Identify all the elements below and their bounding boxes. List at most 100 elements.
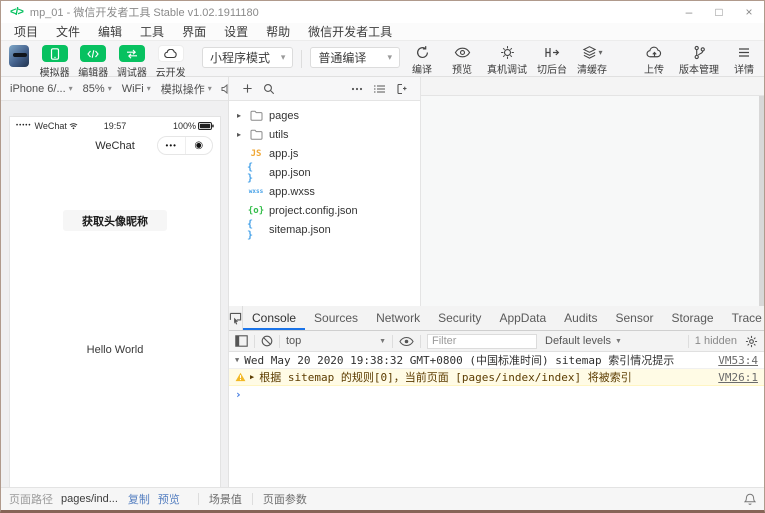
tree-item-utils[interactable]: ▸ utils <box>229 125 420 144</box>
chevron-right-icon[interactable]: ▸ <box>237 130 247 139</box>
preview-button[interactable]: 预览 <box>447 45 477 76</box>
triangle-down-icon[interactable]: ▼ <box>235 356 239 364</box>
device-select[interactable]: iPhone 6/... ▾ <box>10 83 73 95</box>
gear-icon[interactable] <box>745 335 758 348</box>
filter-input[interactable] <box>427 333 537 349</box>
chevron-down-icon: ▾ <box>207 84 212 93</box>
context-select[interactable]: top ▼ <box>286 335 386 347</box>
wifi-icon <box>69 122 78 129</box>
tab-console[interactable]: Console <box>243 306 305 330</box>
inspect-element-icon[interactable] <box>229 306 243 330</box>
menu-wechat-devtools[interactable]: 微信开发者工具 <box>299 23 401 41</box>
editor-tab-strip <box>421 77 764 96</box>
sidebar-toggle-icon[interactable] <box>235 335 248 347</box>
log-levels-select[interactable]: Default levels ▼ <box>545 335 622 347</box>
json-badge: { } <box>247 218 254 241</box>
notification-bell-icon[interactable] <box>744 493 756 506</box>
background-icon <box>544 45 560 60</box>
menu-settings[interactable]: 设置 <box>215 23 257 41</box>
console-prompt-row[interactable]: › <box>229 386 764 402</box>
tree-item-project-config[interactable]: {o} project.config.json <box>229 201 420 220</box>
maximize-button[interactable]: □ <box>704 1 734 23</box>
console-message-warning[interactable]: ▶ 根据 sitemap 的规则[0]，当前页面 [pages/index/in… <box>229 369 764 386</box>
menu-view[interactable]: 界面 <box>173 23 215 41</box>
console-message-log[interactable]: ▼ Wed May 20 2020 19:38:32 GMT+0800 (中国标… <box>229 352 764 369</box>
clear-console-icon[interactable] <box>261 335 273 347</box>
source-link[interactable]: VM53:4 <box>710 354 758 367</box>
details-label: 详情 <box>734 65 755 76</box>
page-params-label[interactable]: 页面参数 <box>263 491 307 507</box>
tab-sensor[interactable]: Sensor <box>607 306 663 330</box>
upload-button[interactable]: 上传 <box>639 45 669 76</box>
phone-screen: ••••• WeChat 19:57 100% WeChat ••• ◉ 获取头… <box>9 116 221 488</box>
tab-appdata[interactable]: AppData <box>490 306 555 330</box>
minimize-button[interactable]: – <box>674 1 704 23</box>
version-control-button[interactable]: 版本管理 <box>679 45 719 76</box>
triangle-right-icon[interactable]: ▶ <box>250 373 254 381</box>
tree-item-pages[interactable]: ▸ pages <box>229 106 420 125</box>
cloud-dev-button[interactable]: 云开发 <box>151 45 190 79</box>
menu-edit[interactable]: 编辑 <box>89 23 131 41</box>
menu-tools[interactable]: 工具 <box>131 23 173 41</box>
tab-sources[interactable]: Sources <box>305 306 367 330</box>
warning-icon <box>235 372 246 382</box>
log-levels-value: Default levels <box>545 335 612 347</box>
console-message-text: Wed May 20 2020 19:38:32 GMT+0800 (中国标准时… <box>244 354 675 367</box>
get-avatar-button[interactable]: 获取头像昵称 <box>63 210 167 231</box>
zoom-select[interactable]: 85% ▾ <box>83 83 112 95</box>
tab-network[interactable]: Network <box>367 306 429 330</box>
chevron-right-icon[interactable]: ▸ <box>237 111 247 120</box>
compile-button[interactable]: 编译 <box>407 45 437 76</box>
simulator-toggle-button[interactable]: 模拟器 <box>35 45 74 79</box>
hidden-count-label: 1 hidden <box>694 335 737 347</box>
mode-select[interactable]: 小程序模式 ▾ <box>201 47 294 68</box>
eye-icon[interactable] <box>399 336 414 347</box>
tab-security[interactable]: Security <box>429 306 490 330</box>
simulate-operations-value: 模拟操作 <box>160 83 205 96</box>
collapse-all-icon[interactable] <box>396 83 407 95</box>
close-button[interactable]: × <box>734 1 764 23</box>
more-icon[interactable]: ••• <box>158 137 186 154</box>
capsule-home-icon[interactable]: ◉ <box>186 137 213 154</box>
preview-label: 预览 <box>452 65 473 76</box>
menu-project[interactable]: 项目 <box>5 23 47 41</box>
scene-value-label[interactable]: 场景值 <box>209 491 242 507</box>
compile-label: 编译 <box>412 65 433 76</box>
tab-trace[interactable]: Trace <box>723 306 764 330</box>
device-select-value: iPhone 6/... <box>10 82 66 95</box>
debugger-toggle-button[interactable]: 调试器 <box>113 45 152 79</box>
details-button[interactable]: 详情 <box>729 45 759 76</box>
add-file-icon[interactable] <box>242 83 253 94</box>
simulator-toolbar: iPhone 6/... ▾ 85% ▾ WiFi ▾ 模拟操作 ▾ <box>1 77 249 101</box>
menu-help[interactable]: 帮助 <box>257 23 299 41</box>
tree-item-app-js[interactable]: JS app.js <box>229 144 420 163</box>
simulate-operations-select[interactable]: 模拟操作 ▾ <box>161 81 212 97</box>
editor-toggle-button[interactable]: 编辑器 <box>74 45 113 79</box>
upload-label: 上传 <box>644 65 665 76</box>
source-link[interactable]: VM26:1 <box>710 371 758 384</box>
compile-mode-select[interactable]: 普通编译 ▾ <box>310 47 401 68</box>
more-icon[interactable] <box>351 87 363 91</box>
signal-dots: ••••• <box>16 122 32 129</box>
network-select[interactable]: WiFi ▾ <box>122 83 151 95</box>
avatar[interactable] <box>9 45 30 67</box>
statusbar-separator <box>197 493 199 505</box>
tab-audits[interactable]: Audits <box>555 306 606 330</box>
tab-storage[interactable]: Storage <box>663 306 723 330</box>
clear-cache-button[interactable]: ▾ 清缓存 <box>577 45 607 76</box>
preview-link[interactable]: 预览 <box>158 491 180 507</box>
menu-file[interactable]: 文件 <box>47 23 89 41</box>
search-icon[interactable] <box>263 83 275 95</box>
toolbar-divider <box>301 50 303 68</box>
tree-item-app-json[interactable]: { } app.json <box>229 162 420 184</box>
outline-icon[interactable] <box>373 84 386 94</box>
network-select-value: WiFi <box>121 82 144 95</box>
background-button[interactable]: 切后台 <box>537 45 567 76</box>
explorer-toolbar <box>229 77 420 101</box>
tree-item-sitemap-json[interactable]: { } sitemap.json <box>229 218 420 241</box>
device-debug-button[interactable]: 真机调试 <box>487 45 527 76</box>
copy-link[interactable]: 复制 <box>128 491 150 507</box>
tree-item-app-wxss[interactable]: wxss app.wxss <box>229 182 420 201</box>
editor-scrollbar[interactable] <box>759 96 764 306</box>
js-file-icon: JS <box>247 149 265 159</box>
